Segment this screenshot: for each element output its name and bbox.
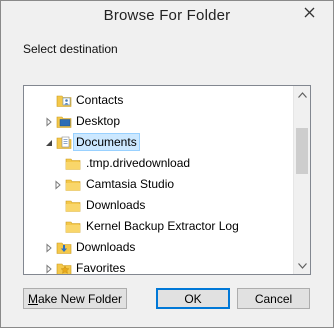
ok-label: OK xyxy=(184,291,202,306)
tree-item-label: Camtasia Studio xyxy=(86,177,175,191)
make-new-folder-accesskey: M xyxy=(27,291,38,306)
close-icon xyxy=(304,7,315,17)
tree-item-label: Desktop xyxy=(76,114,121,128)
browse-for-folder-dialog: Browse For Folder Select destination Con… xyxy=(0,0,334,328)
expand-arrow-icon[interactable] xyxy=(44,263,54,274)
tree-item-kernel-backup-extractor-log[interactable]: Kernel Backup Extractor Log xyxy=(24,216,293,237)
scroll-down-icon xyxy=(298,262,307,269)
scroll-up-icon xyxy=(298,91,307,98)
tree-item-camtasia-studio[interactable]: Camtasia Studio xyxy=(24,174,293,195)
tree-item-tmp-drivedownload[interactable]: .tmp.drivedownload xyxy=(24,153,293,174)
make-new-folder-button[interactable]: Make New Folder xyxy=(23,288,127,309)
tree-item-label: .tmp.drivedownload xyxy=(86,156,191,170)
tree-item-label: Contacts xyxy=(76,93,124,107)
folder-tree[interactable]: Contacts Desktop Documents .tmp.drivedow… xyxy=(23,85,311,275)
tree-item-favorites[interactable]: Favorites xyxy=(24,258,293,274)
tree-item-label: Kernel Backup Extractor Log xyxy=(86,219,239,233)
folder-icon xyxy=(65,218,81,234)
documents-folder-icon xyxy=(56,134,72,150)
ok-button[interactable]: OK xyxy=(156,288,230,309)
cancel-button[interactable]: Cancel xyxy=(237,288,310,309)
title-bar[interactable]: Browse For Folder xyxy=(1,1,333,32)
folder-tree-viewport: Contacts Desktop Documents .tmp.drivedow… xyxy=(24,86,293,274)
close-button[interactable] xyxy=(293,2,326,22)
tree-item-desktop[interactable]: Desktop xyxy=(24,111,293,132)
expand-arrow-icon[interactable] xyxy=(53,179,63,190)
cancel-label: Cancel xyxy=(254,291,293,306)
tree-item-label: Downloads xyxy=(86,198,146,212)
tree-vertical-scrollbar[interactable] xyxy=(293,86,310,274)
tree-item-downloads[interactable]: Downloads xyxy=(24,237,293,258)
tree-item-label: Downloads xyxy=(76,240,136,254)
make-new-folder-label: ake New Folder xyxy=(37,291,123,306)
tree-item-contacts[interactable]: Contacts xyxy=(24,90,293,111)
favorites-folder-icon xyxy=(56,260,72,274)
dialog-title: Browse For Folder xyxy=(103,7,231,24)
expand-arrow-icon[interactable] xyxy=(44,242,54,253)
folder-icon xyxy=(65,176,81,192)
contacts-folder-icon xyxy=(56,92,72,108)
tree-item-documents[interactable]: Documents xyxy=(24,132,293,153)
collapse-arrow-icon[interactable] xyxy=(44,137,54,147)
tree-item-label: Documents xyxy=(73,133,140,151)
desktop-folder-icon xyxy=(56,113,72,129)
folder-icon xyxy=(65,155,81,171)
tree-item-documents-downloads[interactable]: Downloads xyxy=(24,195,293,216)
expand-arrow-icon[interactable] xyxy=(44,116,54,127)
scroll-up-button[interactable] xyxy=(294,86,310,103)
tree-item-label: Favorites xyxy=(76,261,126,274)
scrollbar-thumb[interactable] xyxy=(296,128,308,174)
downloads-folder-icon xyxy=(56,239,72,255)
folder-icon xyxy=(65,197,81,213)
select-destination-label: Select destination xyxy=(23,42,118,56)
scroll-down-button[interactable] xyxy=(294,257,310,274)
